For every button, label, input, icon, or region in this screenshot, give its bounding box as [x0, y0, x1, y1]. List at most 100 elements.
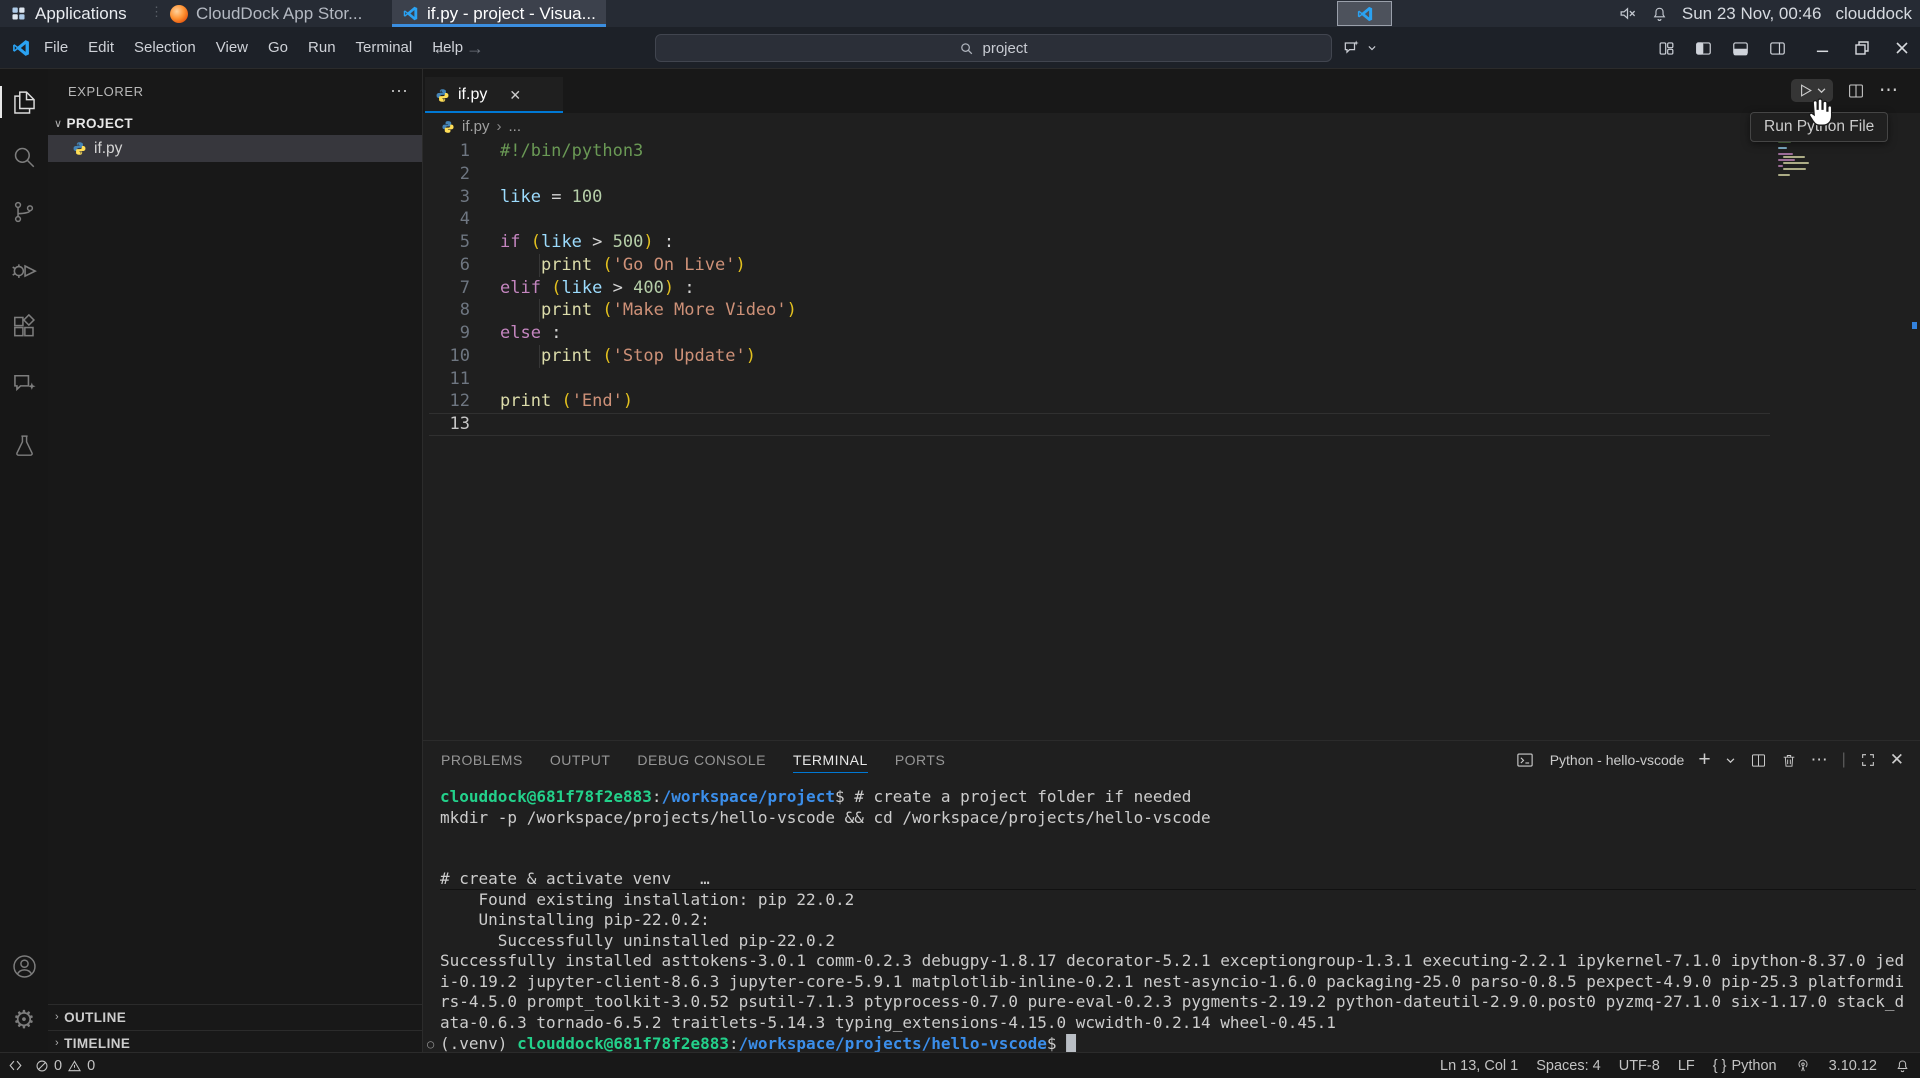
line-number-gutter: 12345678910111213	[423, 140, 470, 436]
code-line[interactable]: #!/bin/python3	[500, 140, 1760, 163]
split-editor-icon[interactable]	[1847, 82, 1865, 100]
editor-more-actions-icon[interactable]: ⋯	[1879, 79, 1898, 102]
window-tab-clouddock[interactable]: CloudDock App Stor...	[160, 0, 372, 27]
explorer-section-outline[interactable]: › OUTLINE	[48, 1004, 422, 1029]
close-window-icon[interactable]	[1894, 40, 1910, 56]
code-area[interactable]: #!/bin/python3 like = 100 if (like > 500) …	[500, 140, 1760, 436]
broadcast-icon[interactable]	[1795, 1058, 1811, 1073]
python-file-icon	[441, 120, 455, 134]
window-tab-vscode[interactable]: if.py - project - Visua...	[392, 0, 606, 27]
python-version-status[interactable]: 3.10.12	[1829, 1058, 1877, 1074]
notification-bell-icon[interactable]	[1651, 5, 1668, 23]
navigate-forward-icon[interactable]: →	[466, 38, 484, 59]
breadcrumb-file[interactable]: if.py	[462, 118, 490, 135]
panel-tab-output[interactable]: OUTPUT	[550, 741, 611, 779]
system-username[interactable]: clouddock	[1835, 4, 1912, 24]
menu-edit[interactable]: Edit	[78, 34, 124, 62]
errors-warnings-status[interactable]: 0 0	[35, 1058, 95, 1074]
encoding-status[interactable]: UTF-8	[1619, 1058, 1660, 1074]
terminal-output[interactable]: clouddock@681f78f2e883:/workspace/projec…	[440, 787, 1916, 1054]
menu-view[interactable]: View	[206, 34, 258, 62]
indentation-status[interactable]: Spaces: 4	[1536, 1058, 1601, 1074]
minimap[interactable]	[1776, 141, 1818, 261]
search-command-center[interactable]: project	[655, 34, 1332, 62]
terminal-launch-chevron-icon[interactable]	[1725, 755, 1736, 766]
sidebar-item-chat[interactable]	[0, 358, 48, 406]
panel-tab-ports[interactable]: PORTS	[895, 741, 945, 779]
system-top-bar: Applications ⋮ CloudDock App Stor... if.…	[0, 0, 1920, 27]
new-terminal-icon[interactable]: +	[1698, 748, 1710, 772]
code-line[interactable]: print ('Make More Video')	[500, 299, 1760, 322]
account-button[interactable]	[0, 942, 48, 990]
explorer-file-ifpy[interactable]: if.py	[48, 135, 422, 162]
split-terminal-icon[interactable]	[1750, 752, 1767, 769]
system-clock[interactable]: Sun 23 Nov, 00:46	[1682, 4, 1822, 24]
extensions-icon	[11, 314, 37, 340]
minimize-window-icon[interactable]	[1815, 41, 1830, 56]
editor-tab-ifpy[interactable]: if.py ✕	[425, 77, 563, 113]
sidebar-item-explorer[interactable]	[0, 78, 48, 126]
applications-menu[interactable]: Applications	[10, 0, 127, 27]
terminal-session-label[interactable]: Python - hello-vscode	[1550, 752, 1685, 768]
minimap-line	[1778, 159, 1795, 161]
code-line[interactable]: print ('End')	[500, 390, 1760, 413]
kill-terminal-trash-icon[interactable]	[1781, 752, 1797, 769]
volume-muted-icon[interactable]	[1618, 4, 1637, 23]
sidebar-item-run-debug[interactable]	[0, 246, 48, 294]
sidebar-item-source-control[interactable]	[0, 188, 48, 236]
taskbar-vscode-item[interactable]	[1337, 1, 1392, 26]
copilot-menu[interactable]	[1342, 27, 1377, 69]
sidebar-item-search[interactable]	[0, 133, 48, 181]
menu-run[interactable]: Run	[298, 34, 346, 62]
clouddock-flame-icon	[170, 5, 188, 23]
line-number: 6	[423, 254, 470, 277]
vscode-title-bar: FileEditSelectionViewGoRunTerminalHelp ←…	[0, 27, 1920, 69]
close-panel-icon[interactable]: ✕	[1890, 750, 1904, 770]
code-line[interactable]: else :	[500, 322, 1760, 345]
code-line[interactable]	[500, 163, 1760, 186]
panel-tab-terminal[interactable]: TERMINAL	[793, 741, 868, 779]
maximize-panel-icon[interactable]	[1860, 752, 1876, 768]
code-line[interactable]: if (like > 500) :	[500, 231, 1760, 254]
settings-button[interactable]: ⚙	[0, 996, 48, 1044]
notifications-bell-icon[interactable]	[1895, 1058, 1910, 1074]
menu-go[interactable]: Go	[258, 34, 298, 62]
search-icon	[11, 144, 37, 170]
cursor-position-status[interactable]: Ln 13, Col 1	[1440, 1058, 1518, 1074]
menu-terminal[interactable]: Terminal	[346, 34, 423, 62]
status-bar: 0 0 Ln 13, Col 1 Spaces: 4 UTF-8 LF { } …	[0, 1052, 1920, 1078]
code-line[interactable]	[500, 413, 1760, 436]
code-line[interactable]	[500, 208, 1760, 231]
code-line[interactable]: print ('Go On Live')	[500, 254, 1760, 277]
code-line[interactable]: like = 100	[500, 186, 1760, 209]
toggle-panel-icon[interactable]	[1731, 39, 1750, 58]
terminal-line: # create & activate venv …	[440, 869, 1916, 890]
navigate-back-icon[interactable]: ←	[432, 38, 450, 59]
panel-tab-debug-console[interactable]: DEBUG CONSOLE	[637, 741, 766, 779]
remote-indicator-icon[interactable]	[8, 1058, 23, 1073]
panel-more-actions-icon[interactable]: ⋯	[1811, 750, 1828, 770]
menu-file[interactable]: File	[34, 34, 78, 62]
close-tab-icon[interactable]: ✕	[509, 87, 521, 104]
sidebar-item-extensions[interactable]	[0, 303, 48, 351]
window-tab-label: if.py - project - Visua...	[427, 4, 596, 24]
breadcrumb[interactable]: if.py › ...	[441, 113, 521, 140]
terminal-line: clouddock@681f78f2e883:/workspace/projec…	[440, 787, 1916, 808]
panel-tab-problems[interactable]: PROBLEMS	[441, 741, 523, 779]
explorer-section-project[interactable]: ∨ PROJECT	[48, 111, 422, 135]
code-line[interactable]: elif (like > 400) :	[500, 277, 1760, 300]
restore-window-icon[interactable]	[1854, 40, 1870, 56]
code-line[interactable]: print ('Stop Update')	[500, 345, 1760, 368]
toggle-primary-sidebar-icon[interactable]	[1694, 39, 1713, 58]
gear-icon: ⚙	[13, 1005, 35, 1035]
eol-status[interactable]: LF	[1678, 1058, 1695, 1074]
menu-selection[interactable]: Selection	[124, 34, 206, 62]
sidebar-item-testing[interactable]	[0, 421, 48, 469]
explorer-more-actions-icon[interactable]: ⋯	[390, 81, 408, 102]
customize-layout-icon[interactable]	[1657, 39, 1676, 58]
toggle-secondary-sidebar-icon[interactable]	[1768, 39, 1787, 58]
source-control-icon	[11, 199, 37, 225]
breadcrumb-symbol[interactable]: ...	[509, 118, 522, 135]
code-line[interactable]	[500, 368, 1760, 391]
language-mode-status[interactable]: { } Python	[1713, 1058, 1777, 1074]
